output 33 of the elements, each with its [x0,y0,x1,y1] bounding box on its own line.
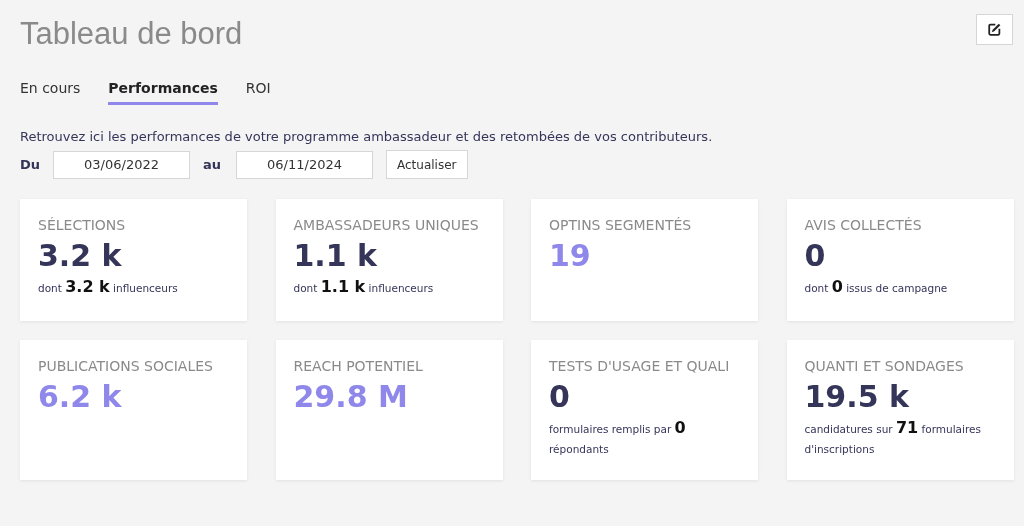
stat-value: 1.1 k [293,237,379,275]
card-title: AMBASSADEURS UNIQUES [293,217,480,233]
card-title: REACH POTENTIEL [293,358,424,374]
refresh-button[interactable]: Actualiser [386,150,468,179]
date-label: au [203,157,223,172]
stat-value: 6.2 k [38,378,123,416]
card-title: SÉLECTIONS [38,217,127,233]
stat-value: 0 [804,237,827,275]
stat-value: 0 [549,378,571,416]
tab[interactable]: En cours [20,80,81,105]
date-label: Du [20,157,42,172]
stat-detail: dont 0 issus de campagne [804,277,949,298]
card-title: AVIS COLLECTÉS [804,217,923,233]
description-text: Retrouvez ici les performances de votre programme ambassadeur et des retombées de vos contributeurs. [20,129,714,144]
edit-icon [988,23,1001,36]
stat-detail: formulaires remplis par 0 répondants [549,418,687,457]
date-field[interactable]: 06/11/2024 [236,150,373,179]
stat-detail: candidatures sur 71 formulaires d'inscriptions [804,418,982,457]
stat-value: 19.5 k [804,378,910,416]
stat-value: 3.2 k [38,237,123,275]
edit-button[interactable] [976,14,1013,45]
page-title: Tableau de bord [20,16,243,52]
tab[interactable]: Performances [108,80,218,105]
stat-value: 19 [549,237,592,275]
card-title: PUBLICATIONS SOCIALES [38,358,214,374]
stat-detail: dont 1.1 k influenceurs [293,277,435,298]
card-title: OPTINS SEGMENTÉS [549,217,693,233]
stat-value: 29.8 M [293,378,409,416]
card-title: TESTS D'USAGE ET QUALI [549,358,731,374]
date-field[interactable]: 03/06/2022 [53,150,190,179]
stat-detail: dont 3.2 k influenceurs [38,277,179,298]
tab[interactable]: ROI [245,80,271,105]
card-title: QUANTI ET SONDAGES [804,358,965,374]
